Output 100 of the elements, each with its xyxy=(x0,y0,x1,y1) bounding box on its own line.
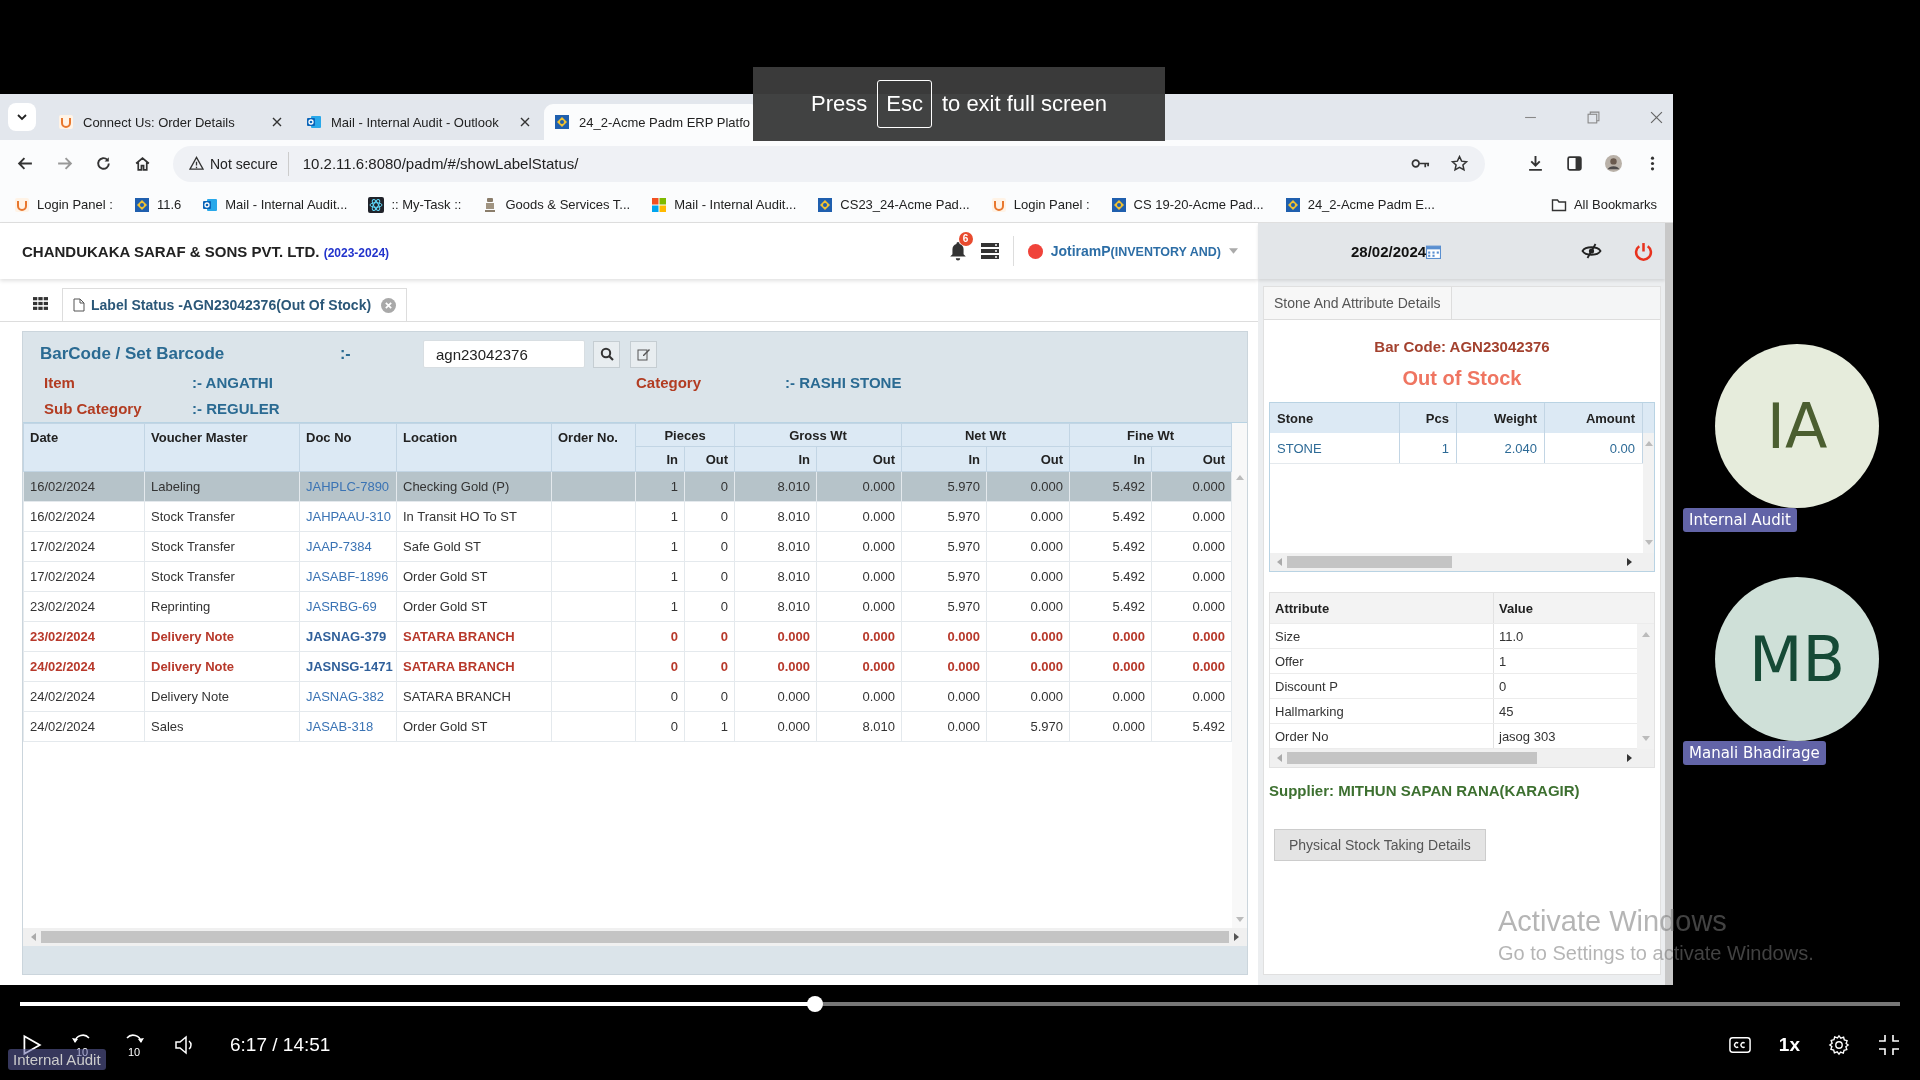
scroll-right-icon[interactable] xyxy=(1627,558,1632,566)
date-text: 28/02/2024 xyxy=(1351,242,1427,260)
download-icon[interactable] xyxy=(1527,155,1544,172)
table-row[interactable]: 23/02/2024 Delivery Note JASNAG-379 SATARA BRANCH 0 0 0.000 0.000 0.000 0.000 0.000 0.000 xyxy=(23,621,1232,652)
barcode-field[interactable]: agn23042376 xyxy=(423,340,585,368)
table-cell: Size xyxy=(1270,624,1494,648)
apps-grid-icon[interactable] xyxy=(33,296,48,310)
exit-fullscreen-icon[interactable] xyxy=(1878,1034,1900,1056)
table-cell: 5.970 xyxy=(901,591,987,622)
speed-button[interactable]: 1x xyxy=(1778,1034,1800,1056)
sidebar-icon[interactable] xyxy=(1566,155,1583,172)
table-cell: 8.010 xyxy=(734,531,817,562)
reload-icon[interactable] xyxy=(95,155,112,172)
scroll-right-icon[interactable] xyxy=(1627,754,1632,762)
browser-tab[interactable]: Mail - Internal Audit - Outlook xyxy=(296,104,540,140)
document-link[interactable]: JASNAG-382 xyxy=(306,689,385,704)
seek-handle[interactable] xyxy=(807,996,824,1012)
avatar-icon[interactable] xyxy=(1605,155,1622,172)
security-chip[interactable]: Not secure xyxy=(181,151,289,176)
browser-tab[interactable]: Connect Us: Order Details xyxy=(48,104,292,140)
table-cell: 0.000 xyxy=(986,621,1070,652)
restore-icon[interactable] xyxy=(1587,110,1600,124)
bookmark[interactable]: CS 19-20-Acme Pad... xyxy=(1110,196,1264,213)
bookmark[interactable]: Login Panel : xyxy=(990,196,1090,213)
notification-badge: 6 xyxy=(958,232,973,246)
table-cell: 0 xyxy=(635,711,685,742)
bookmark[interactable]: :: My-Task :: xyxy=(368,196,462,213)
logo-icon xyxy=(133,196,150,213)
settings-icon[interactable] xyxy=(1828,1034,1850,1056)
table-cell: 0.000 xyxy=(1151,591,1232,622)
scrollbar-thumb[interactable] xyxy=(41,931,1229,943)
stock-status: Out of Stock xyxy=(1402,367,1522,390)
table-cell: 24/02/2024 xyxy=(23,651,145,682)
table-row[interactable]: 24/02/2024 Delivery Note JASNSG-1471 SATARA BRANCH 0 0 0.000 0.000 0.000 0.000 0.000 0.000 xyxy=(23,651,1232,682)
close-icon[interactable] xyxy=(520,117,530,127)
table-cell: 0.000 xyxy=(986,561,1070,592)
table-cell: 1 xyxy=(635,591,685,622)
scroll-right-icon[interactable] xyxy=(1234,933,1239,941)
bookmark[interactable]: Goods & Services T... xyxy=(482,196,631,213)
address-bar[interactable]: Not secure 10.2.11.6:8080/padm/#/showLabelStatus/ xyxy=(173,145,1485,182)
page-tab[interactable]: Label Status -AGN23042376(Out Of Stock) xyxy=(62,288,408,321)
bookmark[interactable]: 11.6 xyxy=(133,196,182,213)
document-link[interactable]: JASABF-1896 xyxy=(306,569,389,584)
field-value: :- REGULER xyxy=(192,400,281,419)
field-label: Category xyxy=(636,374,703,393)
bookmark[interactable]: Mail - Internal Audit... xyxy=(202,196,348,213)
document-link[interactable]: JASAB-318 xyxy=(306,719,374,734)
close-icon[interactable] xyxy=(272,117,282,127)
table-cell: 0.000 xyxy=(816,591,902,622)
scrollbar-thumb[interactable] xyxy=(1287,752,1537,764)
bookmark[interactable]: Mail - Internal Audit... xyxy=(651,196,797,213)
table-cell: 0 xyxy=(684,681,735,712)
star-icon[interactable] xyxy=(1450,155,1469,172)
power-icon[interactable] xyxy=(1634,241,1653,261)
column-header: Order No. xyxy=(551,423,636,472)
physical-stock-button[interactable]: Physical Stock Taking Details xyxy=(1274,829,1486,861)
table-row[interactable]: 16/02/2024 Labeling JAHPLC-7890 Checking Gold (P) 1 0 8.010 0.000 5.970 0.000 5.492 0.000 xyxy=(23,471,1232,502)
forward-button[interactable]: 10 xyxy=(122,1032,146,1058)
document-link[interactable]: JASRBG-69 xyxy=(306,599,377,614)
horizontal-scrollbar[interactable] xyxy=(23,928,1247,946)
horizontal-scrollbar[interactable] xyxy=(1270,749,1654,767)
table-cell: Order Gold ST xyxy=(396,561,552,592)
bookmark[interactable]: CS23_24-Acme Pad... xyxy=(817,196,970,213)
caret-icon xyxy=(1229,248,1238,254)
bell-icon[interactable] xyxy=(948,241,967,261)
captions-icon[interactable] xyxy=(1728,1034,1751,1056)
table-row[interactable]: 17/02/2024 Stock Transfer JASABF-1896 Order Gold ST 1 0 8.010 0.000 5.970 0.000 5.492 0.000 xyxy=(23,561,1232,592)
table-row[interactable]: 24/02/2024 Delivery Note JASNAG-382 SATARA BRANCH 0 0 0.000 0.000 0.000 0.000 0.000 0.000 xyxy=(23,681,1232,712)
document-link[interactable]: JASNAG-379 xyxy=(306,629,387,644)
table-cell: 23/02/2024 xyxy=(23,621,145,652)
table-row[interactable]: 17/02/2024 Stock Transfer JAAP-7384 Safe Gold ST 1 0 8.010 0.000 5.970 0.000 5.492 0.000 xyxy=(23,531,1232,562)
all-bookmarks-button[interactable]: All Bookmarks xyxy=(1550,196,1657,213)
forward-icon xyxy=(123,1032,145,1044)
table-cell: 5.492 xyxy=(1069,561,1152,592)
document-link[interactable]: JASNSG-1471 xyxy=(306,659,393,674)
scrollbar-thumb[interactable] xyxy=(1287,556,1452,568)
document-link[interactable]: JAHPAAU-310 xyxy=(306,509,391,524)
search-button[interactable] xyxy=(593,340,620,368)
table-row[interactable]: 23/02/2024 Reprinting JASRBG-69 Order Gold ST 1 0 8.010 0.000 5.970 0.000 5.492 0.000 xyxy=(23,591,1232,622)
hidden-eye-icon[interactable] xyxy=(1581,243,1602,259)
table-cell: 1 xyxy=(635,531,685,562)
bookmark[interactable]: Login Panel : xyxy=(14,196,113,213)
horizontal-scrollbar[interactable] xyxy=(1270,553,1654,571)
chevron-down-icon xyxy=(16,111,28,123)
table-cell: 0.000 xyxy=(901,621,987,652)
close-icon[interactable] xyxy=(1650,110,1663,124)
user-menu[interactable]: JotiramP(INVENTORY AND) xyxy=(1027,243,1238,259)
table-row[interactable]: 16/02/2024 Stock Transfer JAHPAAU-310 In Transit HO To ST 1 0 8.010 0.000 5.970 0.000 5.492 0.000 xyxy=(23,501,1232,532)
forward-icon[interactable] xyxy=(56,155,73,172)
column-header: Stone xyxy=(1270,403,1400,433)
calendar-icon[interactable] xyxy=(1426,243,1442,259)
table-cell: 0.000 xyxy=(816,681,902,712)
table-cell: 16/02/2024 xyxy=(23,471,145,502)
back-icon[interactable] xyxy=(17,155,34,172)
home-icon[interactable] xyxy=(134,155,151,172)
bookmark[interactable]: 24_2-Acme Padm E... xyxy=(1284,196,1435,213)
tab-list-button[interactable] xyxy=(8,103,36,131)
document-link[interactable]: JAAP-7384 xyxy=(306,539,372,554)
table-row[interactable]: 24/02/2024 Sales JASAB-318 Order Gold ST 0 1 0.000 8.010 0.000 5.970 0.000 5.492 xyxy=(23,711,1232,742)
server-icon[interactable] xyxy=(980,243,999,259)
